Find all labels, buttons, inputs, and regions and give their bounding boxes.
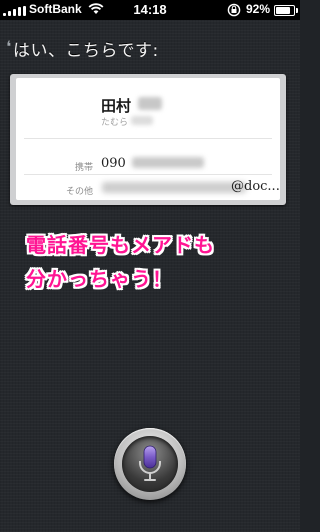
phone-number[interactable]: 090 [101, 156, 126, 171]
caption-line-2: 分かっちゃう！ [26, 267, 173, 291]
microphone-icon [139, 445, 161, 481]
battery-percent: 92% [246, 2, 271, 16]
divider [24, 174, 272, 175]
divider [24, 138, 272, 139]
redacted-name [138, 97, 162, 110]
contact-name: 田村 [101, 97, 132, 115]
redacted-phone [132, 157, 204, 168]
contact-name-reading: たむら [101, 118, 129, 128]
contact-card[interactable]: 田村 たむら 携帯 090 その他 @doc... [10, 74, 286, 205]
mic-button-inner[interactable] [122, 436, 178, 492]
rotation-lock-icon [227, 3, 241, 20]
field-label-mobile: 携帯 [74, 163, 93, 173]
siri-mic-button[interactable] [114, 428, 186, 500]
quote-mark-icon: ❛ [6, 37, 12, 56]
caption-overlay: 電話番号もメアドも 分かっちゃう！ [26, 228, 286, 296]
redacted-email [102, 182, 246, 193]
battery-icon [274, 5, 298, 16]
email-address[interactable]: @doc... [231, 179, 280, 194]
caption-line-1: 電話番号もメアドも [26, 233, 215, 257]
status-bar: SoftBank 14:18 92% [0, 0, 300, 20]
contact-card-body[interactable]: 田村 たむら 携帯 090 その他 @doc... [16, 78, 280, 200]
redacted-reading [131, 116, 153, 125]
siri-response-text: はい、こちらです: [13, 41, 159, 61]
field-label-other: その他 [65, 187, 93, 197]
